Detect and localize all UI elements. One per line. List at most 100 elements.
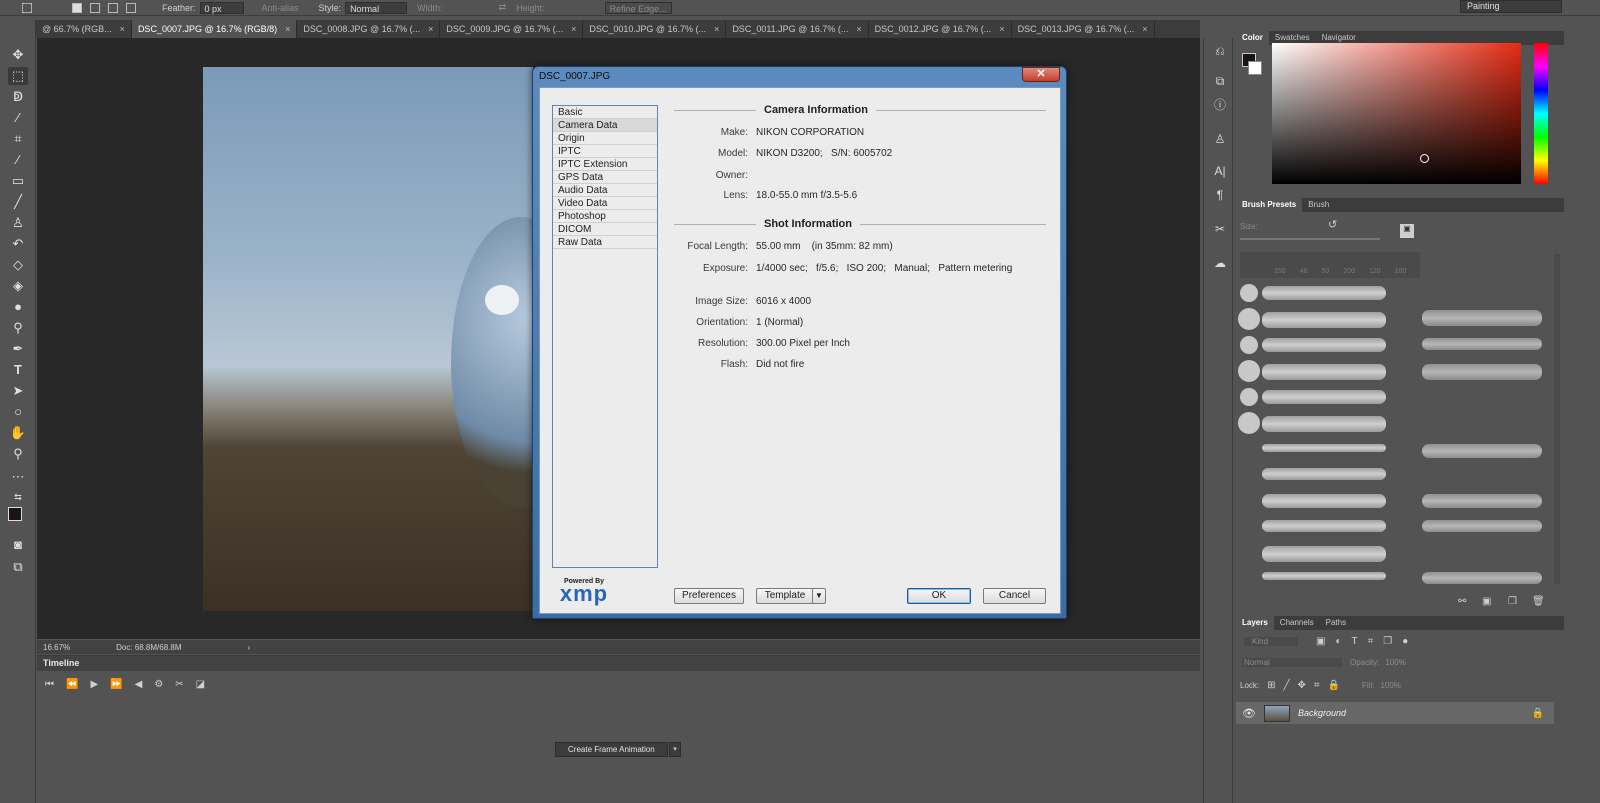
category-camera-data[interactable]: Camera Data: [553, 119, 657, 132]
clone-source-icon[interactable]: ♙: [1211, 130, 1229, 148]
brush-stroke[interactable]: [1262, 572, 1386, 580]
layer-row[interactable]: 👁 Background 🔒: [1236, 702, 1554, 724]
brush-stroke[interactable]: [1262, 546, 1386, 562]
brush-stroke[interactable]: [1422, 520, 1542, 532]
path-select-icon[interactable]: ➤: [8, 382, 28, 400]
category-dicom[interactable]: DICOM: [553, 223, 657, 236]
brush-stroke[interactable]: [1262, 312, 1386, 328]
screen-mode-icon[interactable]: ⧉: [8, 558, 28, 576]
next-frame-icon[interactable]: ⏩: [110, 679, 122, 690]
tab-brush[interactable]: Brush: [1302, 198, 1335, 212]
close-tab-icon[interactable]: ×: [571, 20, 576, 38]
color-picker-field[interactable]: [1272, 43, 1521, 184]
document-tab[interactable]: DSC_0013.JPG @ 16.7% (... ×: [1011, 20, 1155, 38]
picker-cursor[interactable]: [1420, 154, 1429, 163]
history-icon[interactable]: ⎌: [1211, 42, 1229, 60]
settings-icon[interactable]: ⚙: [154, 679, 163, 690]
info-icon[interactable]: ⓘ: [1211, 96, 1229, 114]
close-tab-icon[interactable]: ×: [1142, 20, 1147, 38]
opacity-input[interactable]: 100%: [1385, 658, 1405, 667]
size-slider[interactable]: [1240, 238, 1380, 240]
background-swatch[interactable]: [1248, 61, 1262, 75]
chevron-down-icon[interactable]: ▾: [669, 742, 681, 757]
brush-stroke[interactable]: [1422, 364, 1542, 380]
tab-color[interactable]: Color: [1236, 31, 1269, 45]
brush-tip[interactable]: [1240, 388, 1258, 406]
template-button[interactable]: Template: [756, 588, 814, 604]
subtract-selection-icon[interactable]: [108, 2, 118, 13]
type-tool-icon[interactable]: T: [8, 361, 28, 379]
split-icon[interactable]: ✂: [175, 679, 183, 690]
brush-stroke[interactable]: [1262, 468, 1386, 480]
feather-input[interactable]: 0 px: [199, 1, 244, 14]
antialias-checkbox[interactable]: Anti-alias: [262, 3, 299, 13]
brush-stroke[interactable]: [1422, 310, 1542, 326]
tab-channels[interactable]: Channels: [1274, 616, 1320, 630]
blur-tool-icon[interactable]: ●: [8, 298, 28, 316]
new-preset-icon[interactable]: ▣: [1400, 224, 1414, 238]
play-icon[interactable]: ▶: [90, 679, 98, 690]
document-tab-active[interactable]: DSC_0007.JPG @ 16.7% (RGB/8) ×: [131, 20, 298, 38]
toggle-brush-panel-icon[interactable]: ⚯: [1458, 596, 1466, 607]
brush-stroke[interactable]: [1262, 364, 1386, 380]
blend-mode-select[interactable]: Normal: [1242, 658, 1342, 667]
brush-stroke[interactable]: [1262, 416, 1386, 432]
layer-comps-icon[interactable]: ⧉: [1211, 72, 1229, 90]
brush-tip[interactable]: [1240, 336, 1258, 354]
close-icon[interactable]: ✕: [1022, 67, 1060, 82]
pen-tool-icon[interactable]: ✒: [8, 340, 28, 358]
ellipse-tool-icon[interactable]: ○: [8, 403, 28, 421]
paint-bucket-icon[interactable]: ◈: [8, 277, 28, 295]
new-selection-icon[interactable]: [72, 2, 82, 13]
brush-tip[interactable]: [1238, 412, 1260, 434]
brush-stroke[interactable]: [1262, 494, 1386, 508]
foreground-color-swatch[interactable]: [8, 507, 22, 521]
category-audio-data[interactable]: Audio Data: [553, 184, 657, 197]
document-tab[interactable]: DSC_0010.JPG @ 16.7% (... ×: [583, 20, 727, 38]
brush-stroke[interactable]: [1262, 390, 1386, 404]
category-video-data[interactable]: Video Data: [553, 197, 657, 210]
dodge-tool-icon[interactable]: ⚲: [8, 319, 28, 337]
hue-slider[interactable]: [1534, 43, 1548, 184]
marquee-tool-icon[interactable]: ⬚: [8, 67, 28, 85]
brush-tip[interactable]: [1238, 308, 1260, 330]
tab-layers[interactable]: Layers: [1236, 616, 1274, 630]
category-gps-data[interactable]: GPS Data: [553, 171, 657, 184]
audio-icon[interactable]: ◀: [135, 679, 143, 690]
add-selection-icon[interactable]: [90, 2, 100, 13]
libraries-icon[interactable]: ☁: [1211, 254, 1229, 272]
document-tab[interactable]: DSC_0008.JPG @ 16.7% (... ×: [297, 20, 441, 38]
lasso-tool-icon[interactable]: ↁ: [8, 88, 28, 106]
brush-tip[interactable]: [1240, 284, 1258, 302]
document-tab[interactable]: DSC_0012.JPG @ 16.7% (... ×: [868, 20, 1012, 38]
brush-tool-icon[interactable]: ╱: [8, 193, 28, 211]
style-select[interactable]: Normal: [345, 1, 408, 14]
marquee-preset-icon[interactable]: [22, 2, 32, 13]
swap-colors-icon[interactable]: ⇆: [8, 488, 28, 506]
healing-brush-icon[interactable]: ▭: [8, 172, 28, 190]
category-raw-data[interactable]: Raw Data: [553, 236, 657, 249]
category-origin[interactable]: Origin: [553, 132, 657, 145]
category-basic[interactable]: Basic: [553, 106, 657, 119]
template-dropdown-icon[interactable]: ▼: [812, 588, 826, 604]
magic-wand-icon[interactable]: ⁄: [8, 109, 28, 127]
close-tab-icon[interactable]: ×: [714, 20, 719, 38]
brush-tip[interactable]: [1238, 360, 1260, 382]
fill-input[interactable]: 100%: [1380, 681, 1400, 690]
character-icon[interactable]: A|: [1211, 162, 1229, 180]
brush-stroke[interactable]: [1262, 520, 1386, 532]
layer-name[interactable]: Background: [1298, 708, 1346, 718]
cancel-button[interactable]: Cancel: [983, 588, 1046, 604]
delete-brush-icon[interactable]: 🗑: [1532, 596, 1545, 607]
reset-icon[interactable]: ↺: [1328, 218, 1337, 231]
brush-stroke[interactable]: [1262, 286, 1386, 300]
preferences-button[interactable]: Preferences: [674, 588, 744, 604]
close-tab-icon[interactable]: ×: [999, 20, 1004, 38]
document-photo[interactable]: [203, 67, 533, 611]
quick-mask-icon[interactable]: ◙: [8, 536, 28, 554]
document-tab[interactable]: DSC_0009.JPG @ 16.7% (... ×: [440, 20, 584, 38]
eyedropper-icon[interactable]: ⁄: [8, 151, 28, 169]
clone-stamp-icon[interactable]: ♙: [8, 214, 28, 232]
new-brush-icon[interactable]: ❐: [1508, 596, 1517, 607]
ok-button[interactable]: OK: [907, 588, 971, 604]
